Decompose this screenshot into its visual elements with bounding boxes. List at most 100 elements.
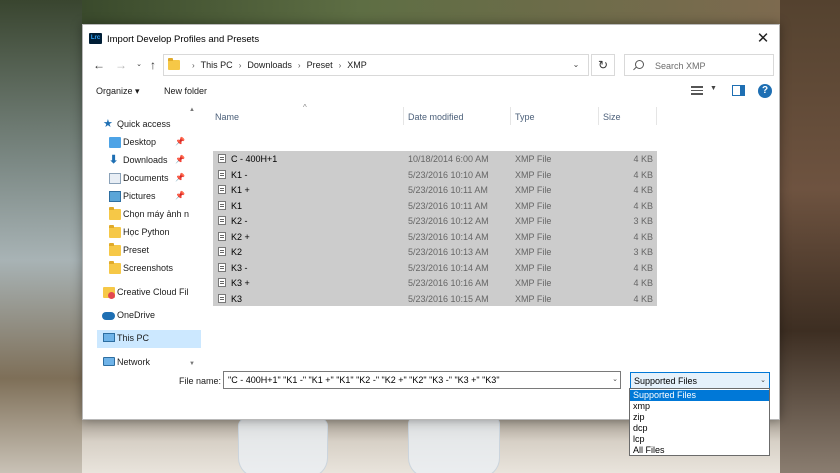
file-name: C - 400H+1: [231, 154, 278, 164]
column-header-type[interactable]: Type: [513, 107, 598, 125]
dialog-title: Import Develop Profiles and Presets: [107, 34, 260, 45]
file-type-option[interactable]: zip: [630, 412, 769, 423]
file-name-input[interactable]: "C - 400H+1" "K1 -" "K1 +" "K1" "K2 -" "…: [223, 371, 621, 389]
file-name-value: "C - 400H+1" "K1 -" "K1 +" "K1" "K2 -" "…: [228, 375, 500, 385]
file-row[interactable]: K2 5/23/2016 10:13 AM XMP File 3 KB: [213, 244, 657, 260]
sidebar-item-network[interactable]: Network: [97, 354, 201, 367]
file-row[interactable]: K3 5/23/2016 10:15 AM XMP File 4 KB: [213, 290, 657, 306]
file-size: 4 KB: [633, 169, 653, 180]
sidebar-item-label: Documents: [123, 173, 169, 183]
new-folder-button[interactable]: New folder: [164, 86, 207, 96]
breadcrumb-this-pc[interactable]: This PC: [201, 60, 233, 70]
background-plant: [82, 0, 780, 24]
this-pc-icon: [103, 333, 115, 342]
title-bar: Lrc Import Develop Profiles and Presets …: [83, 25, 779, 53]
file-type-option[interactable]: dcp: [630, 423, 769, 434]
column-separator[interactable]: [510, 107, 511, 125]
breadcrumb-xmp[interactable]: XMP: [347, 60, 367, 70]
file-name: K1 -: [231, 169, 248, 180]
folder-icon: [109, 243, 121, 256]
sidebar-item-label: Pictures: [123, 191, 156, 201]
sidebar-item-this-pc[interactable]: This PC: [97, 330, 201, 348]
lightroom-app-icon: Lrc: [89, 33, 102, 44]
address-history-chevron-icon[interactable]: ⌄: [564, 55, 588, 75]
close-icon[interactable]: ✕: [753, 29, 773, 49]
file-type: XMP File: [515, 185, 552, 195]
scroll-down-icon[interactable]: ▼: [187, 361, 197, 367]
chevron-right-icon[interactable]: ›: [239, 61, 242, 70]
view-dropdown-icon[interactable]: ▼: [710, 85, 717, 92]
column-header-date[interactable]: Date modified: [406, 107, 511, 125]
file-type: XMP File: [515, 278, 552, 288]
navigation-scrollbar[interactable]: ▲ ▼: [187, 107, 197, 367]
chevron-down-icon[interactable]: ⌄: [760, 376, 766, 384]
scroll-up-icon[interactable]: ▲: [187, 107, 197, 113]
chevron-right-icon: ›: [192, 60, 195, 70]
sidebar-item-desktop[interactable]: Desktop 📌: [97, 134, 201, 152]
file-size: 4 KB: [633, 262, 653, 273]
xmp-file-icon: [218, 293, 226, 303]
sidebar-item-documents[interactable]: Documents 📌: [97, 170, 201, 188]
column-separator[interactable]: [403, 107, 404, 125]
folder-icon: [109, 207, 121, 220]
file-row[interactable]: K1 5/23/2016 10:11 AM XMP File 4 KB: [213, 197, 657, 213]
sidebar-item-screenshots[interactable]: Screenshots: [97, 260, 201, 278]
sidebar-item-preset[interactable]: Preset: [97, 242, 201, 260]
file-type-option[interactable]: lcp: [630, 434, 769, 445]
sidebar-item-hoc-python[interactable]: Học Python: [97, 224, 201, 242]
refresh-icon[interactable]: ↻: [591, 54, 615, 76]
file-row[interactable]: K1 + 5/23/2016 10:11 AM XMP File 4 KB: [213, 182, 657, 198]
sidebar-item-downloads[interactable]: ⬇ Downloads 📌: [97, 152, 201, 170]
file-name: K3 +: [231, 278, 250, 288]
column-separator[interactable]: [656, 107, 657, 125]
file-type-select[interactable]: Supported Files ⌄: [630, 372, 770, 389]
chevron-down-icon[interactable]: ⌄: [612, 375, 618, 383]
file-type-option[interactable]: xmp: [630, 401, 769, 412]
file-type: XMP File: [515, 154, 552, 164]
preview-pane-icon[interactable]: [732, 85, 745, 96]
sidebar-item-chon-may-anh[interactable]: Chọn máy ảnh n: [97, 206, 201, 224]
file-row[interactable]: K2 + 5/23/2016 10:14 AM XMP File 4 KB: [213, 228, 657, 244]
forward-arrow-icon[interactable]: →: [113, 56, 129, 74]
breadcrumb: › This PC › Downloads › Preset › XMP: [186, 60, 367, 70]
column-header-size[interactable]: Size: [601, 107, 657, 125]
file-type-option[interactable]: All Files: [630, 445, 769, 456]
address-bar[interactable]: › This PC › Downloads › Preset › XMP ⌄: [163, 54, 589, 76]
file-type-option[interactable]: Supported Files: [630, 390, 769, 401]
sidebar-item-creative-cloud[interactable]: Creative Cloud Fil: [97, 284, 201, 302]
file-name-label: File name:: [179, 376, 222, 386]
up-arrow-icon[interactable]: ↑: [145, 56, 161, 74]
chevron-right-icon[interactable]: ›: [298, 61, 301, 70]
sidebar-item-pictures[interactable]: Pictures 📌: [97, 188, 201, 206]
search-icon: [635, 60, 644, 69]
file-row[interactable]: C - 400H+1 10/18/2014 6:00 AM XMP File 4…: [213, 151, 657, 167]
help-icon[interactable]: ?: [758, 84, 772, 98]
breadcrumb-preset[interactable]: Preset: [307, 60, 333, 70]
search-input[interactable]: Search XMP: [624, 54, 774, 76]
chevron-right-icon[interactable]: ›: [339, 61, 342, 70]
file-row[interactable]: K3 + 5/23/2016 10:16 AM XMP File 4 KB: [213, 275, 657, 291]
view-options-icon[interactable]: [691, 86, 703, 96]
creative-cloud-icon: [103, 287, 115, 299]
organize-button[interactable]: Organize ▾: [96, 86, 140, 97]
file-type: XMP File: [515, 200, 552, 211]
file-row[interactable]: K1 - 5/23/2016 10:10 AM XMP File 4 KB: [213, 166, 657, 182]
back-arrow-icon[interactable]: ←: [91, 56, 107, 74]
file-type-selected: Supported Files: [634, 376, 698, 386]
file-name: K2 +: [231, 231, 250, 242]
file-size: 4 KB: [633, 200, 653, 211]
file-row[interactable]: K2 - 5/23/2016 10:12 AM XMP File 3 KB: [213, 213, 657, 229]
file-date: 5/23/2016 10:10 AM: [408, 169, 489, 180]
column-header-name[interactable]: ^ Name: [213, 103, 403, 125]
file-row[interactable]: K3 - 5/23/2016 10:14 AM XMP File 4 KB: [213, 259, 657, 275]
breadcrumb-downloads[interactable]: Downloads: [247, 60, 292, 70]
background-window-scene: [0, 0, 82, 473]
sidebar-item-quick-access[interactable]: ★ Quick access: [97, 116, 201, 134]
pictures-icon: [109, 191, 121, 202]
sidebar-item-label: Desktop: [123, 137, 157, 147]
column-separator[interactable]: [598, 107, 599, 125]
file-size: 3 KB: [633, 216, 653, 226]
folder-icon: [168, 58, 180, 70]
navigation-row: ← → ⌄ ↑ › This PC › Downloads › Preset ›…: [83, 53, 779, 77]
sidebar-item-onedrive[interactable]: OneDrive: [97, 307, 201, 325]
